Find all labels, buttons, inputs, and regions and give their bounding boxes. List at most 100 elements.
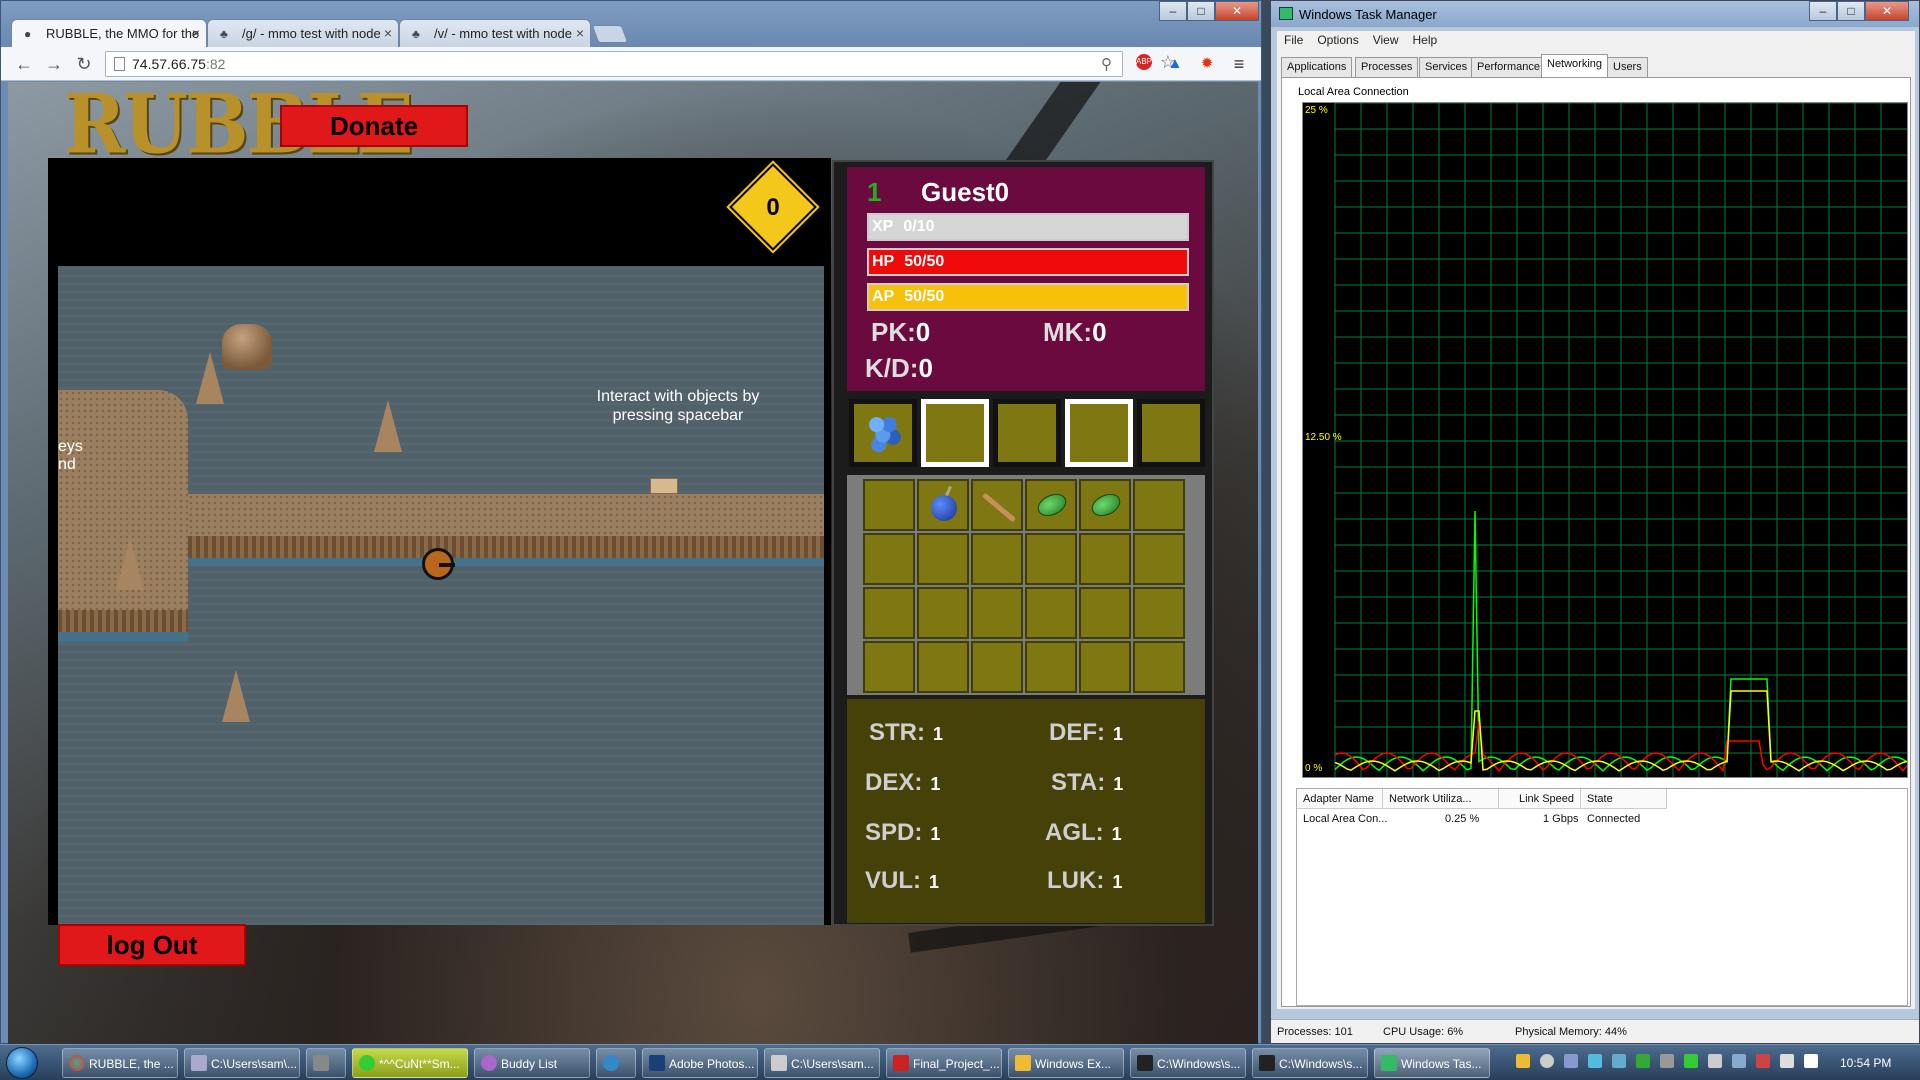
inventory-slot[interactable] <box>1133 641 1185 693</box>
hotbar-slot-4[interactable] <box>1065 399 1133 467</box>
taskbar-explorer-1[interactable]: C:\Users\sam\... <box>184 1048 300 1078</box>
tab-processes[interactable]: Processes <box>1355 57 1419 77</box>
hotbar-slot-1[interactable] <box>849 399 917 467</box>
tray-monitor-icon[interactable] <box>1708 1054 1722 1068</box>
taskbar-pdf[interactable]: Final_Project_... <box>886 1048 1002 1078</box>
inventory-slot[interactable] <box>917 641 969 693</box>
tray-app-icon[interactable] <box>1660 1054 1674 1068</box>
inventory-slot[interactable] <box>1025 533 1077 585</box>
inventory-slot[interactable] <box>971 641 1023 693</box>
inventory-slot[interactable] <box>863 587 915 639</box>
tray-steam-icon[interactable] <box>1540 1054 1554 1068</box>
inventory-slot[interactable] <box>863 479 915 531</box>
inventory-slot[interactable] <box>971 587 1023 639</box>
tab-performance[interactable]: Performance <box>1471 57 1546 77</box>
taskbar-task-manager[interactable]: Windows Tas... <box>1374 1048 1490 1078</box>
inventory-slot[interactable] <box>1133 587 1185 639</box>
tray-security-icon[interactable] <box>1636 1054 1650 1068</box>
menu-help[interactable]: Help <box>1406 31 1445 49</box>
inventory-slot[interactable] <box>863 641 915 693</box>
hotbar-slot-2[interactable] <box>921 399 989 467</box>
start-button[interactable] <box>6 1047 38 1079</box>
tray-flag-icon[interactable] <box>1804 1054 1818 1068</box>
clock[interactable]: 10:54 PM <box>1840 1056 1891 1070</box>
close-icon[interactable]: × <box>384 25 392 41</box>
inventory-slot[interactable] <box>863 533 915 585</box>
attr-vul: VUL: 1 <box>865 867 939 895</box>
tray-alert-icon[interactable] <box>1756 1054 1770 1068</box>
inventory-slot[interactable] <box>1133 479 1185 531</box>
inventory-slot[interactable] <box>1079 587 1131 639</box>
tray-network-icon[interactable] <box>1612 1054 1626 1068</box>
taskbar-photoshop[interactable]: Adobe Photos... <box>642 1048 758 1078</box>
tray-app-icon[interactable] <box>1564 1054 1578 1068</box>
inventory-slot[interactable] <box>1079 533 1131 585</box>
search-icon[interactable]: ⚲ <box>1101 55 1112 73</box>
menu-icon[interactable]: ≡ <box>1229 54 1249 74</box>
wooden-sign[interactable] <box>650 478 678 494</box>
hotbar-slot-5[interactable] <box>1137 399 1205 467</box>
inventory-slot[interactable] <box>917 479 969 531</box>
taskbar-cmd-1[interactable]: C:\Windows\s... <box>1130 1048 1246 1078</box>
reload-icon[interactable]: ↻ <box>73 53 95 75</box>
minimize-button[interactable]: – <box>1159 1 1187 21</box>
taskbar-chat[interactable]: *^^CuNt**Sm... <box>352 1048 468 1078</box>
tab-v-board[interactable]: ♣ /v/ - mmo test with node × <box>399 19 591 47</box>
tray-check-icon[interactable] <box>1684 1054 1698 1068</box>
tab-g-board[interactable]: ♣ /g/ - mmo test with node × <box>207 19 399 47</box>
adapter-table[interactable]: Adapter Name Network Utiliza... Link Spe… <box>1296 788 1908 1006</box>
inventory-slot[interactable] <box>1025 587 1077 639</box>
new-tab-button[interactable] <box>591 25 629 43</box>
inventory-slot[interactable] <box>1133 533 1185 585</box>
inventory-slot[interactable] <box>971 533 1023 585</box>
menu-view[interactable]: View <box>1366 31 1406 49</box>
inventory-slot[interactable] <box>1025 479 1077 531</box>
logout-button[interactable]: log Out <box>58 924 246 966</box>
close-window-button[interactable]: ✕ <box>1215 1 1259 21</box>
volume-icon[interactable] <box>1780 1054 1794 1068</box>
taskbar-cmd-2[interactable]: C:\Windows\s... <box>1252 1048 1368 1078</box>
tab-rubble[interactable]: ● RUBBLE, the MMO for the × <box>11 19 207 47</box>
back-icon[interactable]: ← <box>13 53 35 75</box>
taskbar-chrome[interactable]: RUBBLE, the ... <box>62 1048 178 1078</box>
bug-icon[interactable]: ✹ <box>1197 54 1217 74</box>
taskbar-windows-explorer[interactable]: Windows Ex... <box>1008 1048 1124 1078</box>
tab-applications[interactable]: Applications <box>1281 57 1353 77</box>
hotbar-slot-3[interactable] <box>993 399 1061 467</box>
minimize-button[interactable]: – <box>1809 1 1837 21</box>
menu-options[interactable]: Options <box>1310 31 1365 49</box>
menu-file[interactable]: File <box>1277 31 1310 49</box>
inventory-slot[interactable] <box>917 533 969 585</box>
inventory-slot[interactable] <box>917 587 969 639</box>
taskbar-explorer-2[interactable]: C:\Users\sam... <box>764 1048 880 1078</box>
inventory-slot[interactable] <box>1079 479 1131 531</box>
tab-networking[interactable]: Networking <box>1541 54 1609 77</box>
donate-button[interactable]: Donate <box>280 105 468 147</box>
close-icon[interactable]: × <box>192 25 200 41</box>
taskbar-pin[interactable] <box>596 1048 636 1078</box>
close-icon[interactable]: × <box>576 25 584 41</box>
address-bar[interactable]: 74.57.66.75:82 ⚲ ABP ☆ <box>105 51 1176 77</box>
inventory-slot[interactable] <box>1025 641 1077 693</box>
tab-users[interactable]: Users <box>1607 57 1648 77</box>
tab-services[interactable]: Services <box>1419 57 1474 77</box>
tray-display-icon[interactable] <box>1732 1054 1746 1068</box>
game-canvas[interactable]: 0 Interact with objects by pressing spac… <box>48 158 831 925</box>
tray-drive-icon[interactable] <box>1588 1054 1602 1068</box>
adblock-icon[interactable]: ABP <box>1136 54 1152 70</box>
tray-arrow-icon[interactable] <box>1516 1054 1530 1068</box>
maximize-button[interactable]: □ <box>1187 1 1215 21</box>
taskbar-pin[interactable] <box>306 1048 346 1078</box>
close-window-button[interactable]: ✕ <box>1865 1 1909 21</box>
extension-icon[interactable]: ▲ <box>1165 54 1185 74</box>
maximize-button[interactable]: □ <box>1837 1 1865 21</box>
forward-icon[interactable]: → <box>43 53 65 75</box>
taskbar-buddy-list[interactable]: Buddy List <box>474 1048 590 1078</box>
col-network-util[interactable]: Network Utiliza... <box>1383 789 1499 809</box>
inventory-slot[interactable] <box>971 479 1023 531</box>
col-adapter-name[interactable]: Adapter Name <box>1297 789 1383 809</box>
col-state[interactable]: State <box>1581 789 1667 809</box>
col-link-speed[interactable]: Link Speed <box>1499 789 1581 809</box>
inventory-slot[interactable] <box>1079 641 1131 693</box>
game-map[interactable]: Interact with objects by pressing spaceb… <box>58 266 824 925</box>
